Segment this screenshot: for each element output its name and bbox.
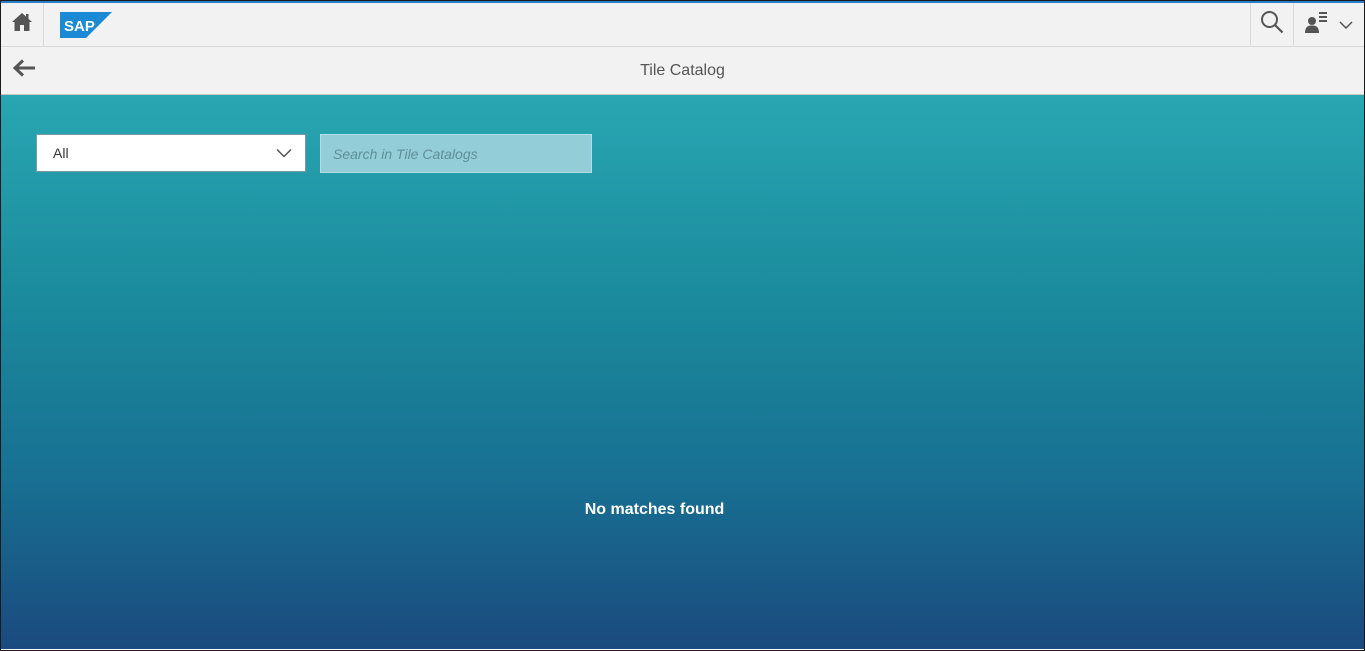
catalog-content: All Search in Tile Catalogs No matches f… <box>1 95 1364 649</box>
user-menu-button[interactable] <box>1293 3 1364 46</box>
page-header: Tile Catalog <box>1 47 1364 95</box>
home-button[interactable] <box>1 3 44 46</box>
user-menu-icon <box>1305 11 1329 38</box>
chevron-down-icon <box>276 148 292 158</box>
empty-state-message: No matches found <box>584 501 725 518</box>
arrow-left-icon <box>12 59 36 82</box>
chevron-down-icon <box>1339 16 1353 34</box>
catalog-filter-value: All <box>53 145 69 161</box>
catalog-filter-select[interactable]: All <box>36 134 306 172</box>
home-icon <box>11 12 33 37</box>
app-window: SAP Tile Catalog All Search in Tile Cata… <box>0 0 1365 651</box>
page-title: Tile Catalog <box>640 61 725 79</box>
sap-logo: SAP <box>60 11 112 38</box>
back-button[interactable] <box>1 47 47 94</box>
catalog-search-input[interactable]: Search in Tile Catalogs <box>320 134 592 173</box>
search-button[interactable] <box>1250 3 1293 46</box>
catalog-search-placeholder: Search in Tile Catalogs <box>333 145 478 162</box>
shell-actions <box>1250 3 1364 46</box>
shell-bar: SAP <box>1 3 1364 47</box>
search-icon <box>1260 10 1284 39</box>
logo-text: SAP <box>64 18 95 35</box>
